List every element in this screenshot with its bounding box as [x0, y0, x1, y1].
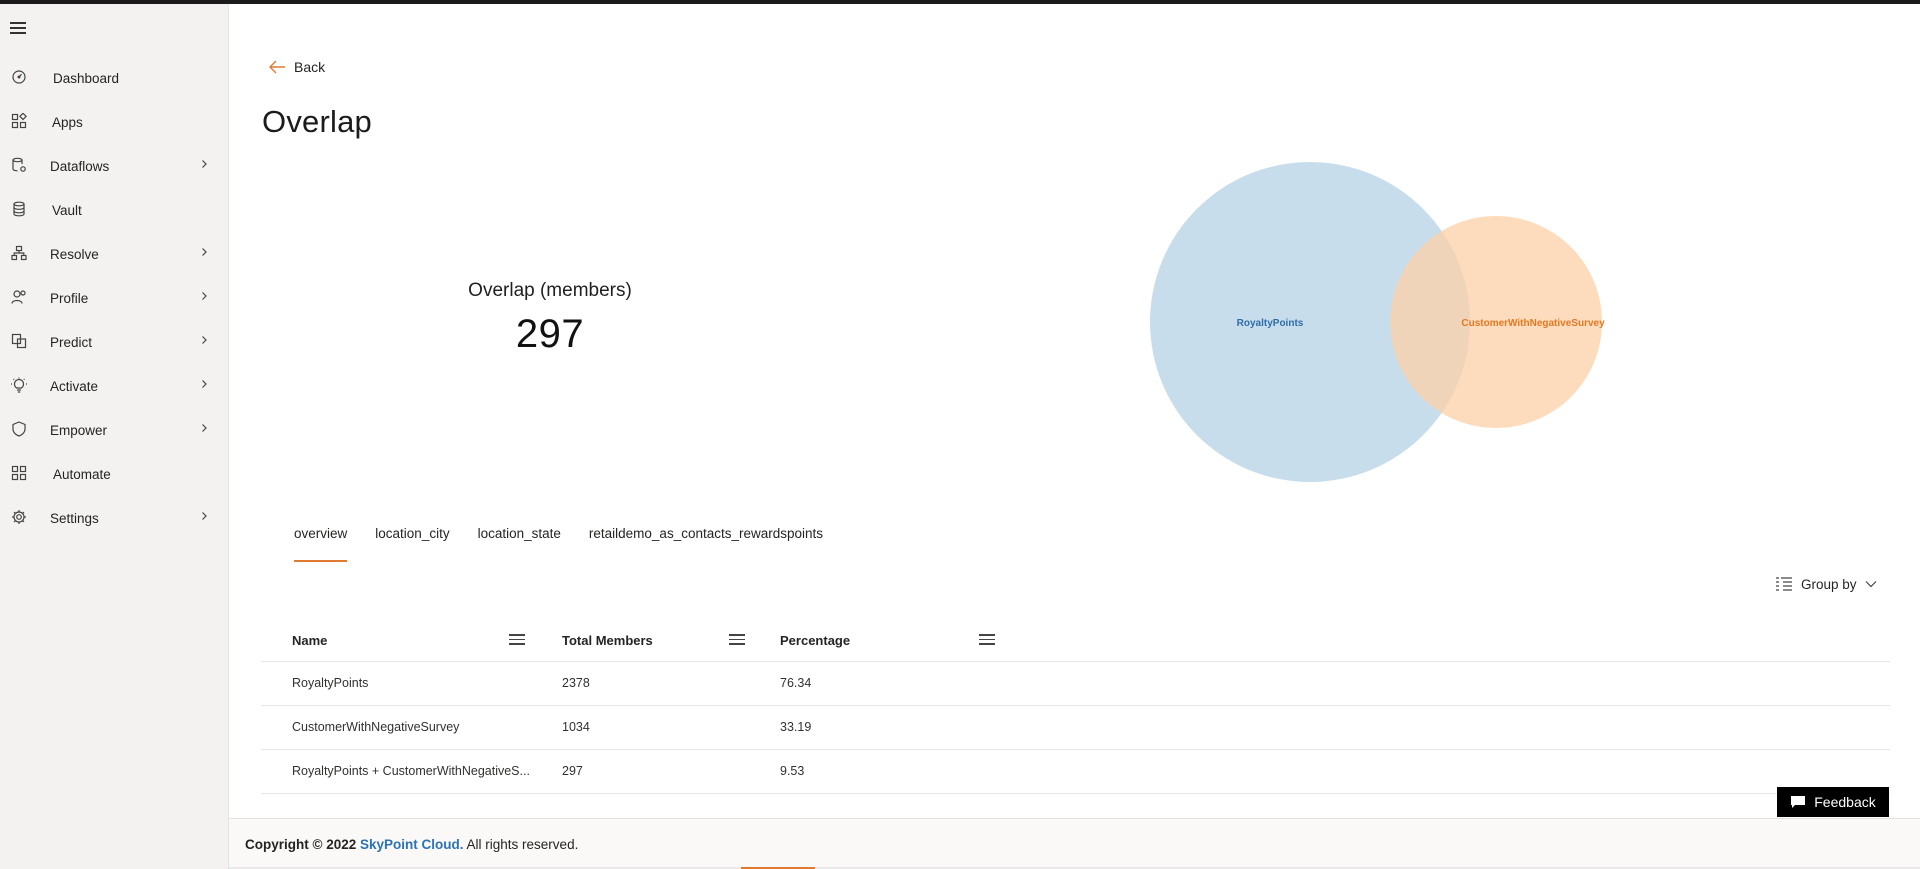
- column-menu-icon[interactable]: [979, 634, 995, 646]
- sidebar-item-label: Profile: [50, 290, 89, 306]
- sidebar-item-label: Dashboard: [53, 70, 120, 86]
- database-gear-icon: [11, 157, 27, 173]
- group-list-icon: [1776, 577, 1792, 591]
- database-icon: [11, 201, 27, 217]
- tab-bar: overview location_city location_state re…: [294, 526, 851, 562]
- copyright: Copyright © 2022 SkyPoint Cloud. All rig…: [245, 837, 578, 852]
- apps-grid-icon: [11, 465, 27, 481]
- cell-name: RoyaltyPoints + CustomerWithNegativeS...: [292, 764, 530, 778]
- sidebar-item-profile[interactable]: Profile: [0, 276, 229, 320]
- tab-overview[interactable]: overview: [294, 526, 348, 562]
- cell-name: CustomerWithNegativeSurvey: [292, 720, 460, 734]
- cell-percentage: 33.19: [780, 720, 812, 734]
- cell-percentage: 76.34: [780, 676, 812, 690]
- sidebar-item-automate[interactable]: Automate: [0, 452, 229, 496]
- chevron-right-icon: [199, 379, 209, 389]
- sidebar-item-label: Activate: [50, 378, 99, 394]
- sidebar-item-apps[interactable]: Apps: [0, 100, 229, 144]
- overlap-table: Name Total Members Percentage RoyaltyPoi…: [261, 620, 1890, 794]
- cell-total-members: 297: [562, 764, 583, 778]
- sidebar-item-vault[interactable]: Vault: [0, 188, 229, 232]
- sidebar-item-resolve[interactable]: Resolve: [0, 232, 229, 276]
- table-row[interactable]: RoyaltyPoints + CustomerWithNegativeS...…: [261, 750, 1890, 794]
- documents-icon: [11, 333, 27, 349]
- sidebar-item-dataflows[interactable]: Dataflows: [0, 144, 229, 188]
- sidebar-item-label: Predict: [50, 334, 93, 350]
- chevron-right-icon: [199, 159, 209, 169]
- sidebar-item-label: Vault: [52, 202, 82, 218]
- overlap-kpi: Overlap (members) 297: [415, 280, 685, 357]
- sidebar-item-predict[interactable]: Predict: [0, 320, 229, 364]
- sidebar-item-activate[interactable]: Activate: [0, 364, 229, 408]
- kpi-value: 297: [515, 312, 585, 356]
- tab-retaildemo-rewardspoints[interactable]: retaildemo_as_contacts_rewardspoints: [589, 526, 823, 562]
- sidebar-item-label: Settings: [50, 510, 99, 526]
- table-header: Name Total Members Percentage: [261, 620, 1890, 662]
- chevron-right-icon: [199, 423, 209, 433]
- kpi-label: Overlap (members): [468, 280, 632, 301]
- sidebar-item-label: Apps: [52, 114, 83, 130]
- sidebar-item-label: Automate: [53, 466, 111, 482]
- hamburger-menu-icon[interactable]: [10, 22, 26, 36]
- lightbulb-icon: [11, 377, 27, 393]
- chevron-right-icon: [199, 291, 209, 301]
- main-content: Back Overlap Overlap (members) 297 Royal…: [230, 4, 1920, 819]
- page-title: Overlap: [262, 104, 372, 139]
- feedback-label: Feedback: [1814, 794, 1876, 810]
- gauge-icon: [11, 69, 27, 85]
- footer: Copyright © 2022 SkyPoint Cloud. All rig…: [229, 818, 1920, 869]
- back-label: Back: [294, 59, 326, 75]
- copyright-suffix: All rights reserved.: [466, 837, 579, 852]
- group-by-label: Group by: [1801, 576, 1857, 592]
- group-by-button[interactable]: Group by: [1775, 576, 1877, 592]
- column-header-name[interactable]: Name: [292, 633, 327, 648]
- cell-percentage: 9.53: [780, 764, 805, 778]
- chevron-down-icon: [1865, 581, 1876, 588]
- table-row[interactable]: CustomerWithNegativeSurvey 1034 33.19: [261, 706, 1890, 750]
- brand-link[interactable]: SkyPoint Cloud.: [360, 837, 464, 852]
- chat-icon: [1791, 796, 1806, 808]
- tab-location-state[interactable]: location_state: [478, 526, 561, 562]
- arrow-left-icon: [269, 60, 285, 74]
- venn-label-b: CustomerWithNegativeSurvey: [1461, 318, 1605, 329]
- venn-label-a: RoyaltyPoints: [1237, 318, 1304, 329]
- hierarchy-icon: [11, 245, 27, 261]
- cell-total-members: 1034: [562, 720, 590, 734]
- cell-total-members: 2378: [562, 676, 590, 690]
- sidebar-item-label: Dataflows: [50, 158, 110, 174]
- copyright-prefix: Copyright © 2022: [245, 837, 357, 852]
- venn-diagram: RoyaltyPoints CustomerWithNegativeSurvey: [1150, 162, 1605, 482]
- sidebar-item-empower[interactable]: Empower: [0, 408, 229, 452]
- column-menu-icon[interactable]: [509, 634, 525, 646]
- back-button[interactable]: Back: [268, 59, 325, 75]
- column-header-percentage[interactable]: Percentage: [780, 633, 850, 648]
- sidebar-item-settings[interactable]: Settings: [0, 496, 229, 540]
- chevron-right-icon: [199, 247, 209, 257]
- table-row[interactable]: RoyaltyPoints 2378 76.34: [261, 662, 1890, 706]
- shield-icon: [11, 421, 27, 437]
- people-icon: [11, 289, 27, 305]
- chevron-right-icon: [199, 511, 209, 521]
- column-menu-icon[interactable]: [729, 634, 745, 646]
- cell-name: RoyaltyPoints: [292, 676, 369, 690]
- gear-icon: [11, 509, 27, 525]
- sidebar-nav: Dashboard Apps Dataflows Vault Resolve P…: [0, 56, 229, 540]
- tab-location-city[interactable]: location_city: [375, 526, 449, 562]
- sidebar-item-label: Resolve: [50, 246, 99, 262]
- sidebar-item-dashboard[interactable]: Dashboard: [0, 56, 229, 100]
- column-header-total-members[interactable]: Total Members: [562, 633, 653, 648]
- sidebar: Dashboard Apps Dataflows Vault Resolve P…: [0, 4, 229, 869]
- chevron-right-icon: [199, 335, 209, 345]
- sidebar-item-label: Empower: [50, 422, 108, 438]
- feedback-button[interactable]: Feedback: [1777, 787, 1889, 817]
- apps-grid-icon: [11, 113, 27, 129]
